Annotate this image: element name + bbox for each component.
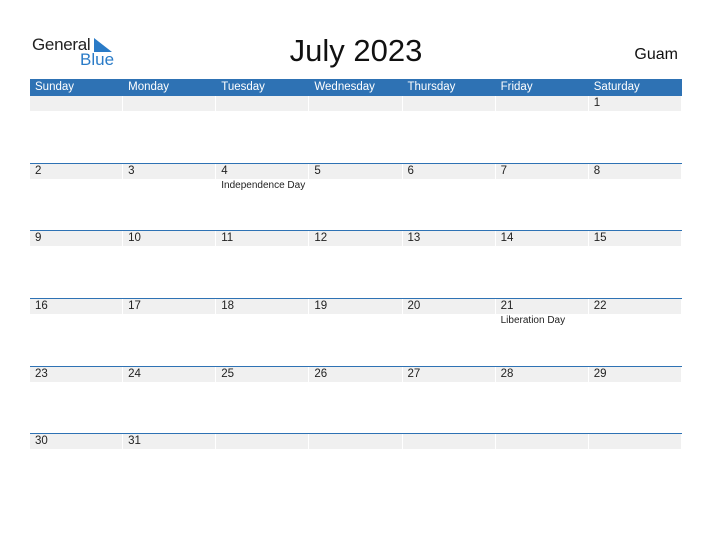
holiday-label bbox=[30, 314, 123, 327]
date-strip: 30 31 bbox=[30, 434, 682, 450]
weekday-monday: Monday bbox=[128, 81, 170, 93]
week-row: 9 10 11 12 13 14 15 bbox=[30, 230, 682, 298]
day-cell[interactable]: 7 bbox=[495, 163, 589, 179]
week-row: 2 3 4 5 6 7 8 Independence Day bbox=[30, 162, 682, 231]
day-cell[interactable]: 22 bbox=[588, 299, 682, 315]
day-cell[interactable]: 1 bbox=[588, 96, 682, 111]
day-cell[interactable]: 30 bbox=[30, 434, 124, 450]
weekday-thursday: Thursday bbox=[407, 81, 456, 93]
day-cell[interactable]: 13 bbox=[402, 231, 496, 247]
holiday-label bbox=[403, 179, 496, 192]
weekday-sunday: Sunday bbox=[35, 81, 75, 93]
week-row: 23 24 25 26 27 28 29 bbox=[30, 365, 682, 434]
calendar-title: July 2023 bbox=[289, 33, 423, 68]
date-strip: 1 bbox=[30, 96, 682, 111]
country-label: Guam bbox=[634, 46, 678, 63]
day-cell[interactable] bbox=[309, 434, 403, 450]
holiday-label bbox=[589, 314, 682, 327]
day-cell[interactable]: 17 bbox=[123, 299, 217, 315]
holiday-label bbox=[30, 179, 123, 192]
day-cell[interactable] bbox=[495, 96, 589, 111]
day-cell[interactable] bbox=[309, 96, 403, 111]
day-cell[interactable]: 14 bbox=[495, 231, 589, 247]
holiday-label: Liberation Day bbox=[500, 315, 566, 327]
holiday-label bbox=[496, 179, 589, 192]
weekday-tuesday: Tuesday bbox=[221, 81, 265, 93]
holiday-label bbox=[123, 179, 216, 192]
day-cell[interactable]: 5 bbox=[309, 163, 403, 179]
weeks-container: 1 2 3 4 5 6 7 8 Independence Day 9 10 11 12 13 14 15 16 1… bbox=[30, 96, 682, 501]
holiday-label bbox=[589, 179, 682, 192]
day-cell[interactable]: 16 bbox=[30, 299, 124, 315]
day-cell[interactable]: 25 bbox=[216, 366, 310, 382]
day-cell[interactable] bbox=[495, 434, 589, 450]
date-strip: 2345678 bbox=[30, 163, 682, 179]
date-strip: 23 24 25 26 27 28 29 bbox=[30, 366, 682, 382]
weekday-wednesday: Wednesday bbox=[314, 81, 375, 93]
day-cell[interactable]: 8 bbox=[588, 163, 682, 179]
week-row: 1 bbox=[30, 96, 682, 163]
day-cell[interactable]: 19 bbox=[309, 299, 403, 315]
day-cell[interactable] bbox=[216, 96, 310, 111]
day-cell[interactable]: 4 bbox=[216, 163, 310, 179]
day-cell[interactable] bbox=[123, 96, 217, 111]
holiday-label bbox=[309, 179, 402, 192]
day-cell[interactable] bbox=[30, 96, 124, 111]
day-cell[interactable]: 10 bbox=[123, 231, 217, 247]
day-cell[interactable] bbox=[588, 434, 682, 450]
day-cell[interactable] bbox=[402, 96, 496, 111]
day-cell[interactable]: 24 bbox=[123, 366, 217, 382]
weekday-header: Sunday Monday Tuesday Wednesday Thursday Frid… bbox=[30, 79, 682, 96]
day-cell[interactable]: 6 bbox=[402, 163, 496, 179]
week-row: 16 17 18 19 20 21 22 Liberation Day bbox=[30, 298, 682, 366]
day-cell[interactable]: 2 bbox=[30, 163, 124, 179]
day-cell[interactable] bbox=[216, 434, 310, 450]
holiday-label bbox=[216, 314, 309, 327]
weekday-saturday: Saturday bbox=[593, 81, 640, 93]
day-cell[interactable]: 11 bbox=[216, 231, 310, 247]
date-strip: 9 10 11 12 13 14 15 bbox=[30, 231, 682, 247]
holiday-label bbox=[403, 314, 496, 327]
date-strip: 16 17 18 19 20 21 22 bbox=[30, 299, 682, 315]
day-cell[interactable]: 21 bbox=[495, 299, 589, 315]
day-cell[interactable]: 31 bbox=[123, 434, 217, 450]
holiday-label bbox=[309, 314, 402, 327]
holiday-label bbox=[123, 314, 216, 327]
day-cell[interactable] bbox=[402, 434, 496, 450]
day-cell[interactable]: 9 bbox=[30, 231, 124, 247]
week-row: 30 31 bbox=[30, 433, 682, 501]
day-cell[interactable]: 20 bbox=[402, 299, 496, 315]
day-cell[interactable]: 28 bbox=[495, 366, 589, 382]
day-cell[interactable]: 27 bbox=[402, 366, 496, 382]
day-cell[interactable]: 15 bbox=[588, 231, 682, 247]
events-row: Independence Day bbox=[30, 179, 682, 192]
day-cell[interactable]: 29 bbox=[588, 366, 682, 382]
day-cell[interactable]: 23 bbox=[30, 366, 124, 382]
events-row: Liberation Day bbox=[30, 314, 682, 327]
day-cell[interactable]: 18 bbox=[216, 299, 310, 315]
day-cell[interactable]: 3 bbox=[123, 163, 217, 179]
holiday-label: Independence Day bbox=[221, 179, 306, 191]
day-cell[interactable]: 26 bbox=[309, 366, 403, 382]
weekday-friday: Friday bbox=[500, 81, 533, 93]
calendar-grid: Sunday Monday Tuesday Wednesday Thursday Frid… bbox=[30, 79, 682, 501]
day-cell[interactable]: 12 bbox=[309, 231, 403, 247]
